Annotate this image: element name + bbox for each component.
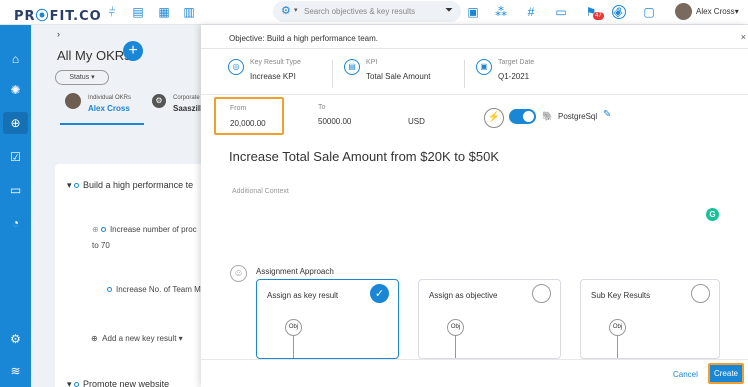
postgresql-icon: 🐘 [542,111,554,121]
additional-context-input[interactable]: Additional Context [232,188,289,195]
tab-corporate[interactable]: ⚙ Corporate Saaszilla [149,91,201,125]
okr-tree: ▾ Build a high performance te ⊕ Increase… [55,164,201,387]
hashtag-icon[interactable]: # [523,4,539,20]
avatar[interactable] [675,3,692,20]
company-icon: ⚙ [152,94,166,108]
sliders-icon[interactable]: ≋ [7,363,24,380]
plug-icon[interactable]: ⚡ [484,108,504,128]
option-sub-key-results[interactable]: Sub Key Results Obj [580,279,720,359]
search-input[interactable]: Search objectives & key results [304,7,415,16]
objective-item[interactable]: ▾ Promote new website [67,379,169,387]
feedback-icon[interactable]: ▭ [7,182,24,199]
integration-toggle[interactable] [509,109,536,124]
search-bar[interactable]: ⚙ ▾ Search objectives & key results ⏷ [273,1,461,22]
sidebar: ⌂ ✺ ⊕ ☑ ▭ ◔ ⚙ ≋ [0,25,31,387]
hierarchy-icon[interactable]: ⫩ [104,4,120,20]
radio-circle-icon[interactable] [532,284,551,303]
create-button[interactable]: Create [708,363,744,384]
add-key-result-button[interactable]: ⊕ Add a new key result ▾ [91,334,183,343]
okr-target-icon[interactable]: ⊕ [3,112,28,134]
option-assign-as-key-result[interactable]: Assign as key result ✓ Obj [256,279,399,359]
target-icon: ◎ [228,59,244,75]
chat-icon[interactable]: ▭ [553,4,569,20]
message-icon[interactable]: ▢ [641,4,657,20]
currency-select[interactable]: USD [408,117,425,126]
key-result-item[interactable]: ⊕ Increase number of proc to 70 [92,222,197,254]
add-okr-button[interactable]: + [123,41,143,61]
objective-item[interactable]: ▾ Build a high performance te [67,180,193,191]
person-icon: ☺ [230,265,247,282]
key-result-item[interactable]: Increase No. of Team M [107,285,201,294]
cancel-button[interactable]: Cancel [673,370,698,379]
page-title: All My OKRs [57,48,131,63]
key-result-title[interactable]: Increase Total Sale Amount from $20K to … [229,149,499,164]
option-assign-as-objective[interactable]: Assign as objective Obj [418,279,561,359]
lightbulb-icon[interactable]: ✺ [7,82,24,99]
calendar-check-icon[interactable]: ☑ [7,149,24,166]
settings-icon[interactable]: ⚙ [7,331,24,348]
edit-pencil-icon[interactable]: ✎ [603,109,611,120]
org-chart-icon[interactable]: ⁂ [493,4,509,20]
objective-label: Objective: [229,34,265,43]
from-field[interactable]: From 20,000.00 [214,97,284,135]
notification-badge: 47 [593,12,604,20]
building-icon[interactable]: ▥ [181,4,197,20]
user-menu[interactable]: Alex Cross▾ [696,7,739,16]
grid-icon[interactable]: ▦ [156,4,172,20]
okr-page: › All My OKRs + Status ▾ Individual OKRs… [31,25,201,387]
filter-icon[interactable]: ⏷ [445,5,453,16]
radio-circle-icon[interactable] [691,284,710,303]
check-icon[interactable]: ✓ [370,284,389,303]
to-input[interactable]: 50000.00 [318,117,351,126]
close-icon[interactable]: × [741,32,746,42]
status-filter-button[interactable]: Status ▾ [55,70,109,85]
assignment-approach-label: Assignment Approach [256,267,334,276]
document-icon[interactable]: ▤ [130,4,146,20]
kpi-icon: ▤ [344,59,360,75]
tab-individual-okrs[interactable]: Individual OKRs Alex Cross [60,91,144,125]
objective-header: Objective: Build a high performance team… [201,25,748,49]
chevron-down-icon[interactable]: ▾ [294,6,298,14]
to-label: To [318,104,326,111]
from-input[interactable]: 20,000.00 [230,119,266,128]
grammarly-icon[interactable]: G [706,208,719,221]
home-icon[interactable]: ⌂ [7,51,24,68]
key-result-modal: Objective: Build a high performance team… [201,25,748,387]
top-bar: PR⦿FIT.CO ⫩ ▤ ▦ ▥ ⚙ ▾ Search objectives … [0,0,748,25]
integration-name: PostgreSql [558,112,598,121]
avatar [65,93,81,109]
collapse-chevron-icon[interactable]: › [57,29,60,39]
gauge-icon[interactable]: ◔ [7,215,24,232]
objective-type-icon[interactable]: ⚙ [281,4,291,17]
folder-icon[interactable]: ▣ [465,4,481,20]
calendar-icon: ▣ [476,59,492,75]
objective-value: Build a high performance team. [266,34,378,43]
help-circle-icon[interactable]: ? [612,5,626,19]
logo[interactable]: PR⦿FIT.CO [14,5,102,24]
